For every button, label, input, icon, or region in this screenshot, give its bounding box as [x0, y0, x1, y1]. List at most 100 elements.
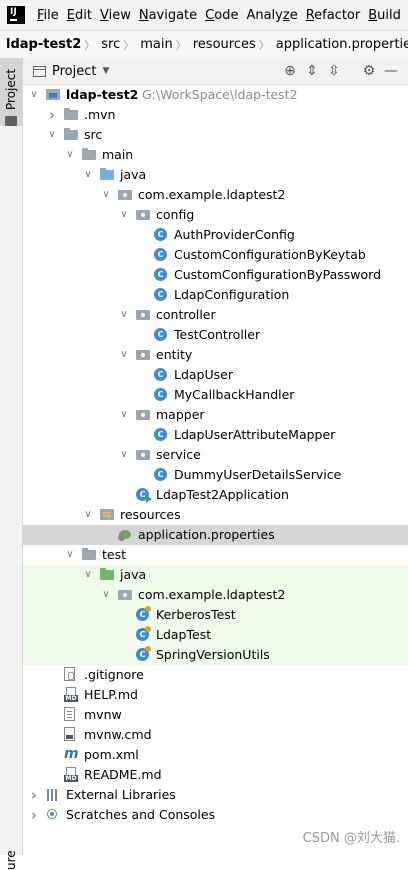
tree-row[interactable]: ∨ controller	[23, 305, 408, 325]
gear-icon[interactable]: ⚙	[360, 62, 378, 80]
menu-edit[interactable]: Edit	[63, 8, 96, 23]
tree-row[interactable]: KerberosTest	[23, 605, 408, 625]
menu-code[interactable]: Code	[201, 8, 242, 23]
project-panel-header: Project ▼ ⊕ ⇕ ⇳ ⚙ —	[23, 58, 408, 85]
chevron-down-icon[interactable]: ∨	[119, 345, 129, 365]
maven-icon: m	[64, 746, 79, 762]
tree-item-label: com.example.ldaptest2	[138, 187, 286, 202]
tree-row[interactable]: ∨ ldap-test2 G:\WorkSpace\ldap-test2	[23, 85, 408, 105]
hide-icon[interactable]: —	[382, 62, 400, 80]
chevron-down-icon[interactable]: ∨	[65, 545, 75, 565]
tree-item-label: HELP.md	[84, 687, 138, 702]
tree-row[interactable]: ∨ java	[23, 565, 408, 585]
structure-tool-tab[interactable]: ure	[4, 850, 18, 870]
chevron-down-icon[interactable]: ∨	[119, 305, 129, 325]
tree-row[interactable]: ∨ com.example.ldaptest2	[23, 585, 408, 605]
chevron-down-icon[interactable]: ∨	[119, 405, 129, 425]
tree-row[interactable]: HELP.md	[23, 685, 408, 705]
tree-row[interactable]: LdapConfiguration	[23, 285, 408, 305]
chevron-right-icon[interactable]: ›	[29, 785, 39, 805]
tree-row[interactable]: MyCallbackHandler	[23, 385, 408, 405]
tree-row[interactable]: AuthProviderConfig	[23, 225, 408, 245]
tree-row[interactable]: m pom.xml	[23, 745, 408, 765]
chevron-down-icon[interactable]: ∨	[29, 85, 39, 105]
tree-row[interactable]: LdapUserAttributeMapper	[23, 425, 408, 445]
tree-row[interactable]: ∨ resources	[23, 505, 408, 525]
panel-title[interactable]: Project	[52, 64, 96, 79]
menu-build[interactable]: Build	[364, 8, 405, 23]
chevron-down-icon[interactable]: ∨	[119, 445, 129, 465]
chevron-down-icon[interactable]: ∨	[101, 185, 111, 205]
java-class-icon	[154, 388, 167, 401]
tree-item-label: pom.xml	[84, 747, 139, 762]
tree-item-label: CustomConfigurationByPassword	[174, 267, 382, 282]
tree-row[interactable]: LdapTest	[23, 625, 408, 645]
folder-icon	[64, 128, 78, 140]
chevron-down-icon[interactable]: ∨	[83, 505, 93, 525]
tree-row[interactable]: TestController	[23, 325, 408, 345]
chevron-down-icon[interactable]: ∨	[65, 145, 75, 165]
tree-row[interactable]: › .mvn	[23, 105, 408, 125]
tree-row[interactable]: ∨ java	[23, 165, 408, 185]
watermark: CSDN @刘大猫.	[302, 831, 400, 846]
breadcrumb-item[interactable]: src	[95, 37, 123, 52]
tree-item-label: LdapUserAttributeMapper	[174, 427, 336, 442]
collapse-all-icon[interactable]: ⇳	[325, 62, 343, 80]
tree-row[interactable]: LdapUser	[23, 365, 408, 385]
chevron-down-icon[interactable]: ▼	[102, 66, 109, 76]
tree-row[interactable]: mvnw	[23, 705, 408, 725]
tree-row[interactable]: ∨ test	[23, 545, 408, 565]
breadcrumb-item[interactable]: main	[134, 37, 175, 52]
tree-row[interactable]: CustomConfigurationByKeytab	[23, 245, 408, 265]
breadcrumb-item[interactable]: application.properties	[270, 37, 408, 52]
tree-row[interactable]: › Scratches and Consoles	[23, 805, 408, 825]
module-folder-icon	[46, 89, 60, 100]
menu-navigate[interactable]: Navigate	[135, 8, 201, 23]
menu-file[interactable]: File	[33, 8, 63, 23]
locate-icon[interactable]: ⊕	[281, 62, 299, 80]
chevron-down-icon[interactable]: ∨	[47, 125, 57, 145]
breadcrumb-item[interactable]: ldap-test2	[0, 37, 84, 52]
intellij-logo-icon[interactable]: IJ	[7, 6, 25, 24]
breadcrumb-item[interactable]: resources	[187, 37, 259, 52]
tree-row[interactable]: ∨ mapper	[23, 405, 408, 425]
tree-row[interactable]: ∨ entity	[23, 345, 408, 365]
commit-tool-icon[interactable]	[5, 116, 17, 126]
tree-row[interactable]: SpringVersionUtils	[23, 645, 408, 665]
tree-row[interactable]: application.properties	[23, 525, 408, 545]
tree-row[interactable]: LdapTest2Application	[23, 485, 408, 505]
chevron-down-icon[interactable]: ∨	[83, 165, 93, 185]
expand-all-icon[interactable]: ⇕	[303, 62, 321, 80]
tree-row[interactable]: DummyUserDetailsService	[23, 465, 408, 485]
tree-row[interactable]: .gitignore	[23, 665, 408, 685]
libraries-icon	[46, 789, 60, 801]
tree-row[interactable]: ∨ com.example.ldaptest2	[23, 185, 408, 205]
tree-item-label: mapper	[156, 407, 205, 422]
java-class-icon	[154, 368, 167, 381]
tree-row[interactable]: ∨ src	[23, 125, 408, 145]
package-icon	[136, 350, 150, 360]
tree-item-label: Scratches and Consoles	[66, 807, 216, 822]
tree-item-label: LdapUser	[174, 367, 233, 382]
tree-row[interactable]: CustomConfigurationByPassword	[23, 265, 408, 285]
chevron-down-icon[interactable]: ∨	[119, 205, 129, 225]
chevron-down-icon[interactable]: ∨	[83, 565, 93, 585]
tree-row[interactable]: ∨ main	[23, 145, 408, 165]
tree-row[interactable]: ∨ config	[23, 205, 408, 225]
scratches-icon	[46, 808, 60, 822]
menu-view[interactable]: View	[96, 8, 135, 23]
cmd-file-icon	[64, 727, 75, 741]
tree-row[interactable]: › External Libraries	[23, 785, 408, 805]
tree-item-label: .gitignore	[84, 667, 144, 682]
tree-item-label: KerberosTest	[156, 607, 236, 622]
chevron-down-icon[interactable]: ∨	[101, 585, 111, 605]
chevron-right-icon[interactable]: ›	[47, 105, 57, 125]
tree-row[interactable]: README.md	[23, 765, 408, 785]
chevron-right-icon[interactable]: ›	[29, 805, 39, 825]
menu-refactor[interactable]: Refactor	[302, 8, 365, 23]
tree-item-label: main	[102, 147, 134, 162]
tree-row[interactable]: ∨ service	[23, 445, 408, 465]
tree-row[interactable]: mvnw.cmd	[23, 725, 408, 745]
menu-items: File Edit View Navigate Code Analyze Refactor B…	[33, 8, 405, 23]
menu-analyze[interactable]: Analyze	[242, 8, 301, 23]
